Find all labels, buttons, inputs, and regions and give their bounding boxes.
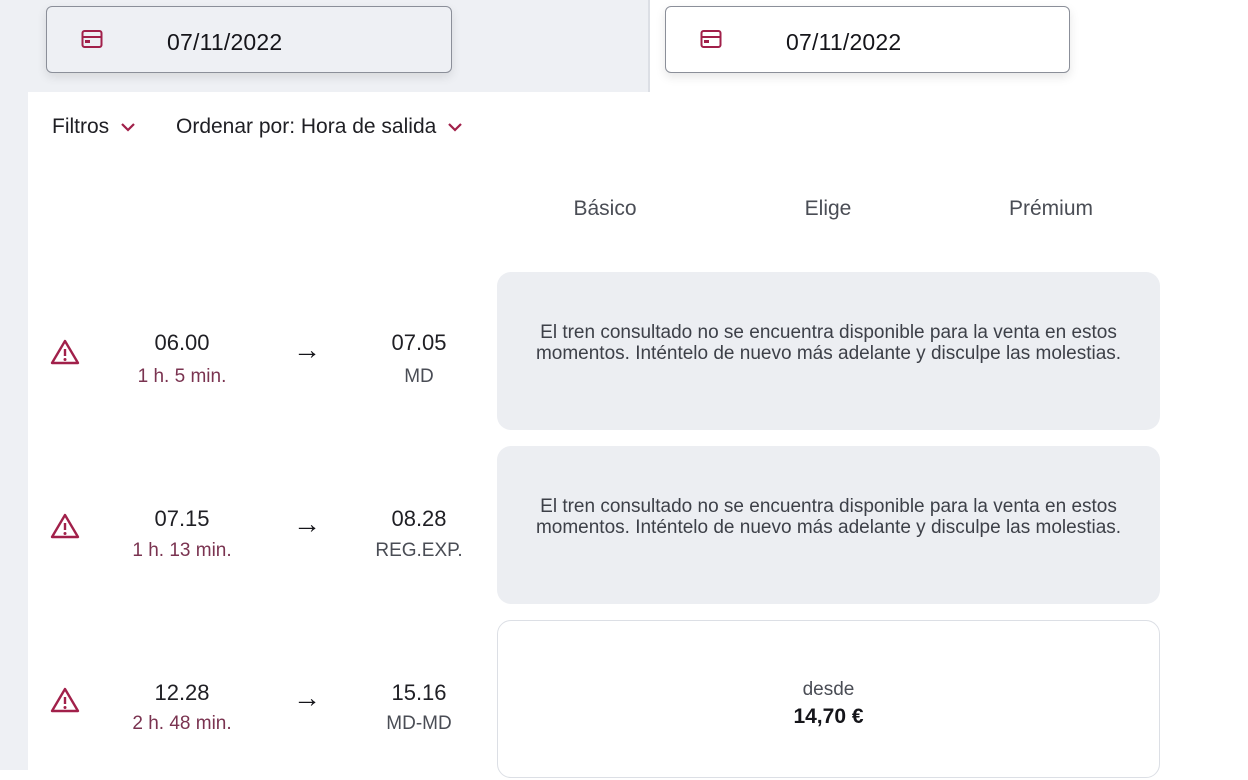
trip-row[interactable]: 07.15 1 h. 13 min. → 08.28 REG.EXP. El t…	[0, 446, 1248, 606]
train-type: REG.EXP.	[375, 540, 463, 561]
outbound-date-field[interactable]: 07/11/2022	[46, 6, 452, 73]
filters-label: Filtros	[52, 115, 110, 138]
filters-dropdown[interactable]: Filtros	[52, 115, 137, 139]
outbound-date-value: 07/11/2022	[167, 29, 283, 55]
header-divider	[648, 0, 650, 92]
arrow-right-icon: →	[293, 508, 321, 539]
unavailable-message: El tren consultado no se encuentra dispo…	[535, 496, 1122, 538]
price-from-label: desde	[802, 679, 855, 700]
sort-dropdown[interactable]: Ordenar por: Hora de salida	[176, 115, 464, 139]
warning-icon	[50, 339, 80, 365]
train-type: MD	[404, 366, 434, 387]
price-value: 14,70 €	[793, 705, 864, 728]
fare-column-premium: Prémium	[1008, 197, 1093, 220]
departure-time: 06.00	[154, 330, 210, 355]
arrival-time: 15.16	[391, 680, 447, 705]
trip-duration: 1 h. 13 min.	[132, 540, 232, 561]
trip-row[interactable]: 12.28 2 h. 48 min. → 15.16 MD-MD desde 1…	[0, 620, 1248, 780]
sort-label: Ordenar por: Hora de salida	[176, 115, 437, 138]
chevron-down-icon	[121, 123, 135, 132]
fare-column-basico: Básico	[573, 197, 637, 220]
warning-icon	[50, 513, 80, 539]
arrival-time: 07.05	[391, 330, 447, 355]
unavailable-message: El tren consultado no se encuentra dispo…	[535, 322, 1122, 364]
trip-row[interactable]: 06.00 1 h. 5 min. → 07.05 MD El tren con…	[0, 272, 1248, 432]
calendar-icon	[700, 30, 722, 48]
arrival-time: 08.28	[391, 506, 447, 531]
arrow-right-icon: →	[293, 334, 321, 365]
train-type: MD-MD	[386, 713, 452, 734]
trip-duration: 1 h. 5 min.	[137, 366, 227, 387]
departure-time: 12.28	[154, 680, 210, 705]
fare-unavailable-box: El tren consultado no se encuentra dispo…	[497, 272, 1160, 430]
return-date-field[interactable]: 07/11/2022	[665, 6, 1070, 73]
return-date-value: 07/11/2022	[786, 29, 902, 55]
trip-duration: 2 h. 48 min.	[132, 713, 232, 734]
arrow-right-icon: →	[293, 682, 321, 713]
calendar-icon	[81, 30, 103, 48]
fare-column-elige: Elige	[804, 197, 852, 220]
fare-unavailable-box: El tren consultado no se encuentra dispo…	[497, 446, 1160, 604]
chevron-down-icon	[448, 123, 463, 132]
fare-price-box[interactable]: desde 14,70 €	[497, 620, 1160, 778]
warning-icon	[50, 687, 80, 713]
departure-time: 07.15	[154, 506, 210, 531]
